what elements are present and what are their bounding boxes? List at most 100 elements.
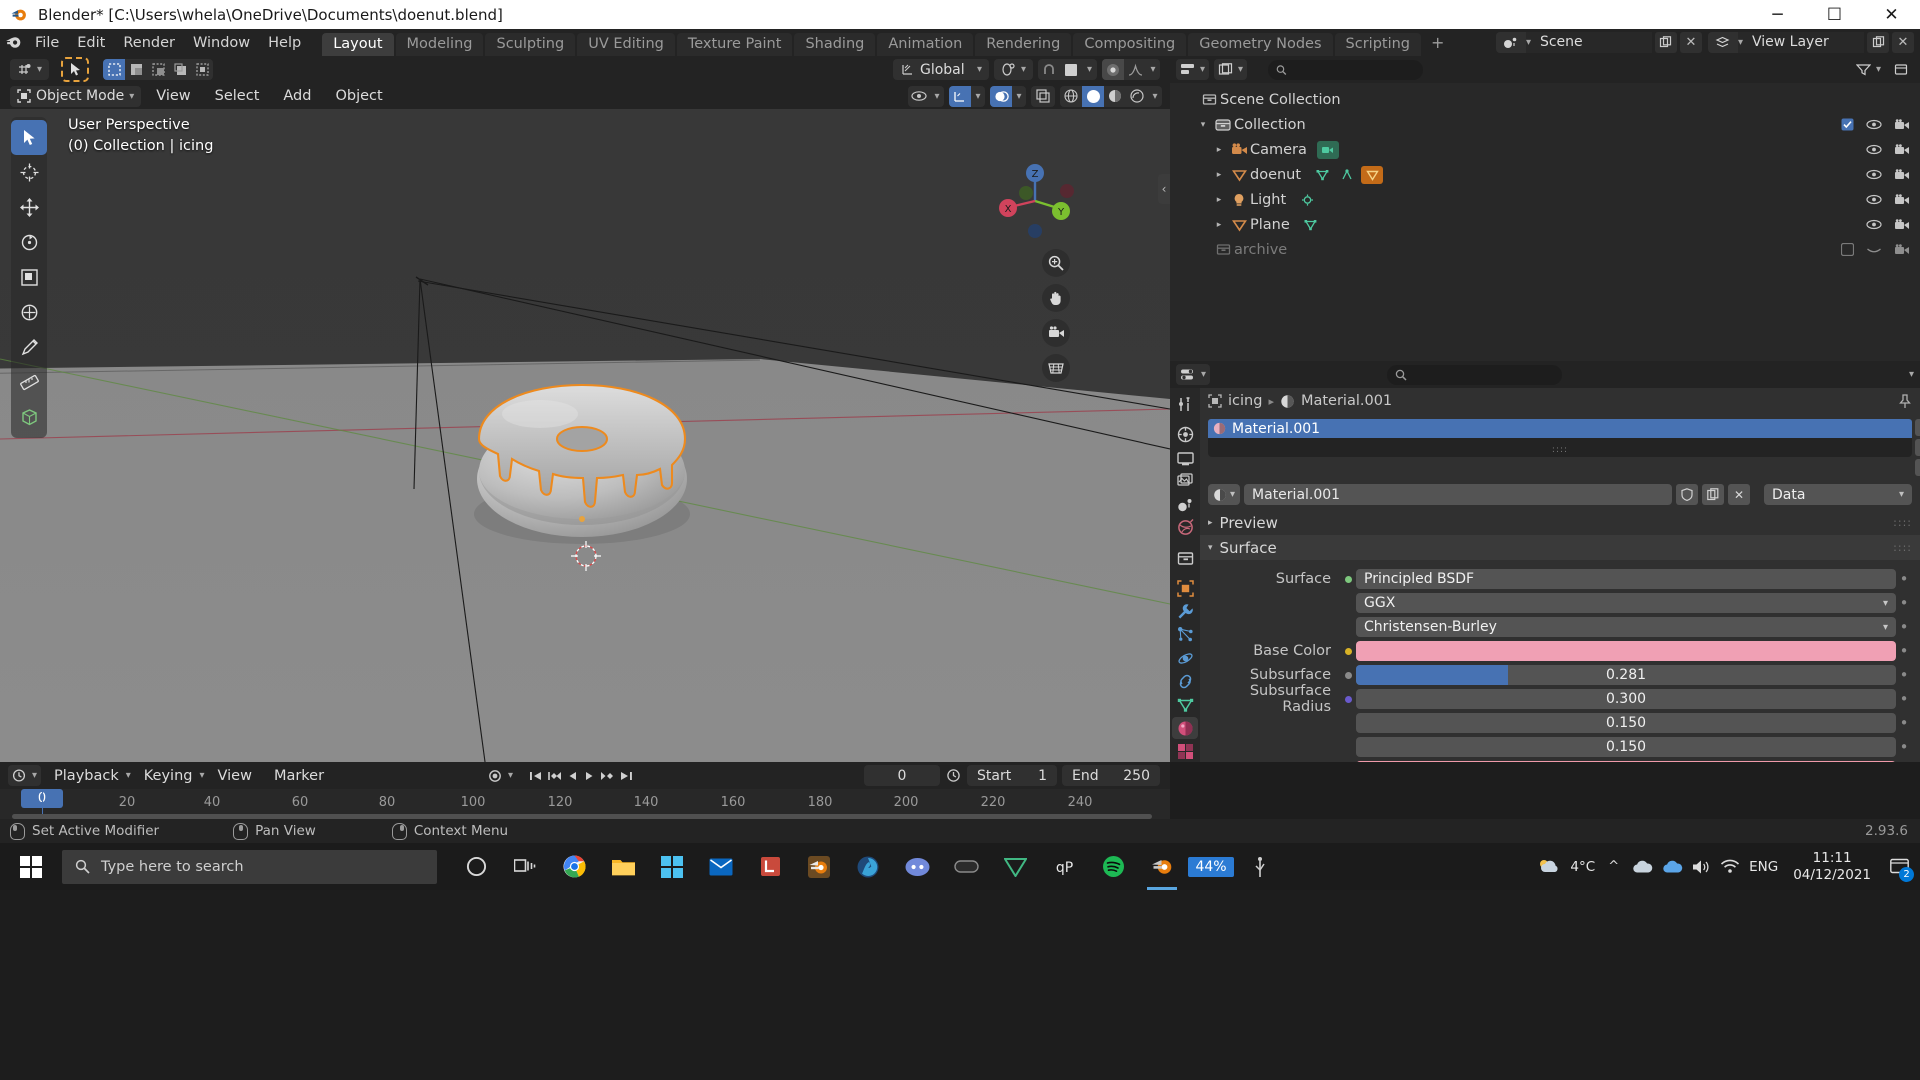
onedrive-blue-icon[interactable] bbox=[1662, 860, 1683, 874]
animate-dot-icon[interactable]: • bbox=[1896, 618, 1912, 636]
fake-user-shield-icon[interactable] bbox=[1676, 484, 1698, 505]
tab-sculpting[interactable]: Sculpting bbox=[485, 33, 576, 56]
select-new-button[interactable] bbox=[103, 59, 126, 80]
tab-rendering[interactable]: Rendering bbox=[975, 33, 1072, 56]
end-frame-field[interactable]: End 250 bbox=[1062, 765, 1160, 786]
camera-render-icon[interactable] bbox=[1894, 118, 1910, 131]
timeline-menu-keying[interactable]: Keying bbox=[135, 765, 202, 786]
outliner-row-collection[interactable]: ▾ Collection bbox=[1170, 112, 1920, 137]
outliner-filter-button[interactable]: ▾ bbox=[1852, 59, 1885, 80]
volume-icon[interactable] bbox=[1692, 859, 1711, 875]
eye-icon[interactable] bbox=[1866, 169, 1882, 180]
minimize-button[interactable]: ─ bbox=[1749, 0, 1806, 29]
gizmo-chevron-icon[interactable]: ▾ bbox=[971, 86, 985, 107]
eye-icon[interactable] bbox=[1866, 219, 1882, 230]
tab-modeling[interactable]: Modeling bbox=[395, 33, 484, 56]
select-intersect-button[interactable] bbox=[191, 59, 213, 80]
task-view-icon[interactable] bbox=[502, 843, 548, 890]
add-workspace-button[interactable]: + bbox=[1423, 29, 1452, 56]
show-overlays-toggle[interactable] bbox=[990, 85, 1012, 107]
tab-shading[interactable]: Shading bbox=[794, 33, 876, 56]
eye-icon[interactable] bbox=[1866, 119, 1882, 130]
scale-tool[interactable] bbox=[11, 260, 47, 295]
proportional-editing-toggle[interactable] bbox=[1102, 59, 1124, 80]
maximize-button[interactable]: ☐ bbox=[1806, 0, 1863, 29]
remove-material-slot-button[interactable]: − bbox=[1915, 439, 1920, 456]
outliner-row-camera[interactable]: ▸ Camera bbox=[1170, 137, 1920, 162]
viewport-menu-view[interactable]: View bbox=[147, 86, 199, 107]
base-color-swatch[interactable] bbox=[1356, 641, 1896, 661]
onedrive-icon[interactable] bbox=[1632, 860, 1653, 874]
snap-settings-button[interactable]: ▾ bbox=[10, 59, 50, 80]
outliner-row-plane[interactable]: ▸ Plane bbox=[1170, 212, 1920, 237]
language-indicator[interactable]: ENG bbox=[1749, 859, 1778, 875]
material-preview-shading-button[interactable] bbox=[1104, 86, 1126, 107]
unlink-material-icon[interactable]: ✕ bbox=[1728, 484, 1750, 505]
viewport-menu-object[interactable]: Object bbox=[326, 86, 391, 107]
outliner-display-mode-button[interactable]: ▾ bbox=[1214, 59, 1248, 80]
play-reverse-button[interactable] bbox=[566, 769, 580, 783]
usb-device-icon[interactable] bbox=[1237, 843, 1283, 890]
subsurface-radius-x-field[interactable]: 0.300 bbox=[1356, 689, 1896, 709]
material-link-dropdown[interactable]: Data ▾ bbox=[1764, 484, 1912, 505]
zoom-level-badge[interactable]: 44% bbox=[1188, 843, 1234, 890]
jump-to-prev-keyframe-button[interactable] bbox=[546, 769, 564, 783]
particles-icon[interactable] bbox=[1172, 624, 1198, 645]
tab-compositing[interactable]: Compositing bbox=[1073, 33, 1187, 56]
outliner-row-doenut[interactable]: ▸ doenut bbox=[1170, 162, 1920, 187]
expand-arrow[interactable]: ▸ bbox=[1210, 195, 1228, 205]
object-icon[interactable] bbox=[1172, 578, 1198, 599]
jump-to-end-button[interactable] bbox=[618, 769, 634, 783]
menu-window[interactable]: Window bbox=[184, 32, 259, 54]
timeline-menu-playback[interactable]: Playback bbox=[45, 765, 128, 786]
material-icon[interactable] bbox=[1172, 717, 1198, 739]
timeline-ruler[interactable]: 20 40 60 80 100 120 140 160 180 200 220 … bbox=[0, 789, 1170, 819]
camera-render-icon[interactable] bbox=[1894, 218, 1910, 231]
close-button[interactable]: ✕ bbox=[1863, 0, 1920, 29]
tab-scripting[interactable]: Scripting bbox=[1334, 33, 1422, 56]
subsurface-radius-y-field[interactable]: 0.150 bbox=[1356, 713, 1896, 733]
vue-app-icon[interactable] bbox=[992, 843, 1038, 890]
breadcrumb-material[interactable]: Material.001 bbox=[1301, 393, 1392, 409]
physics-icon[interactable] bbox=[1172, 648, 1198, 669]
sync-range-icon[interactable] bbox=[945, 768, 962, 783]
animate-dot-icon[interactable]: • bbox=[1896, 738, 1912, 756]
outliner-new-collection-button[interactable] bbox=[1889, 59, 1914, 80]
auto-keying-icon[interactable] bbox=[487, 768, 503, 784]
animate-dot-icon[interactable]: • bbox=[1896, 690, 1912, 708]
view-layer-icon[interactable] bbox=[1172, 471, 1198, 492]
blender-logo-icon[interactable] bbox=[0, 29, 26, 56]
browse-material-button[interactable]: ▾ bbox=[1208, 484, 1241, 505]
select-invert-button[interactable] bbox=[169, 59, 191, 80]
timeline-panel[interactable]: ▾ Playback ▾ Keying ▾ View Marker ▾ 0 St… bbox=[0, 762, 1170, 819]
timeline-menu-view[interactable]: View bbox=[209, 765, 261, 786]
view-layer-selector[interactable]: ▾ View Layer bbox=[1707, 32, 1864, 53]
eye-icon[interactable] bbox=[1866, 144, 1882, 155]
viewport-menu-add[interactable]: Add bbox=[274, 86, 320, 107]
mode-dropdown[interactable]: Object Mode ▾ bbox=[10, 85, 142, 107]
wireframe-shading-button[interactable] bbox=[1060, 86, 1082, 107]
menu-help[interactable]: Help bbox=[259, 32, 310, 54]
chrome-icon[interactable] bbox=[551, 843, 597, 890]
socket-dot-icon[interactable] bbox=[1340, 695, 1356, 703]
light-data-badge[interactable] bbox=[1296, 191, 1318, 209]
properties-options-chevron-icon[interactable]: ▾ bbox=[1909, 369, 1914, 380]
xray-toggle[interactable] bbox=[1031, 85, 1055, 107]
subsurface-method-dropdown[interactable]: Christensen-Burley ▾ bbox=[1356, 617, 1896, 637]
wifi-icon[interactable] bbox=[1720, 859, 1740, 874]
surface-section-header[interactable]: ▾ Surface :::: bbox=[1200, 535, 1920, 560]
transform-tool[interactable] bbox=[11, 295, 47, 330]
blender-active-taskbar-icon[interactable] bbox=[1139, 843, 1185, 890]
microsoft-store-icon[interactable] bbox=[649, 843, 695, 890]
scene-icon[interactable] bbox=[1172, 494, 1198, 515]
render-icon[interactable] bbox=[1172, 424, 1198, 445]
discord-icon[interactable] bbox=[894, 843, 940, 890]
spotify-icon[interactable] bbox=[1090, 843, 1136, 890]
slot-list-grip[interactable]: :::: bbox=[1552, 445, 1568, 455]
snap-pivot-button[interactable]: ▾ bbox=[993, 59, 1033, 80]
subsurface-radius-z-field[interactable]: 0.150 bbox=[1356, 737, 1896, 757]
capsule-app-icon[interactable] bbox=[943, 843, 989, 890]
navigation-gizmo[interactable]: Z Y X bbox=[995, 161, 1075, 241]
camera-render-icon[interactable] bbox=[1894, 243, 1910, 256]
tab-texture-paint[interactable]: Texture Paint bbox=[676, 33, 793, 56]
